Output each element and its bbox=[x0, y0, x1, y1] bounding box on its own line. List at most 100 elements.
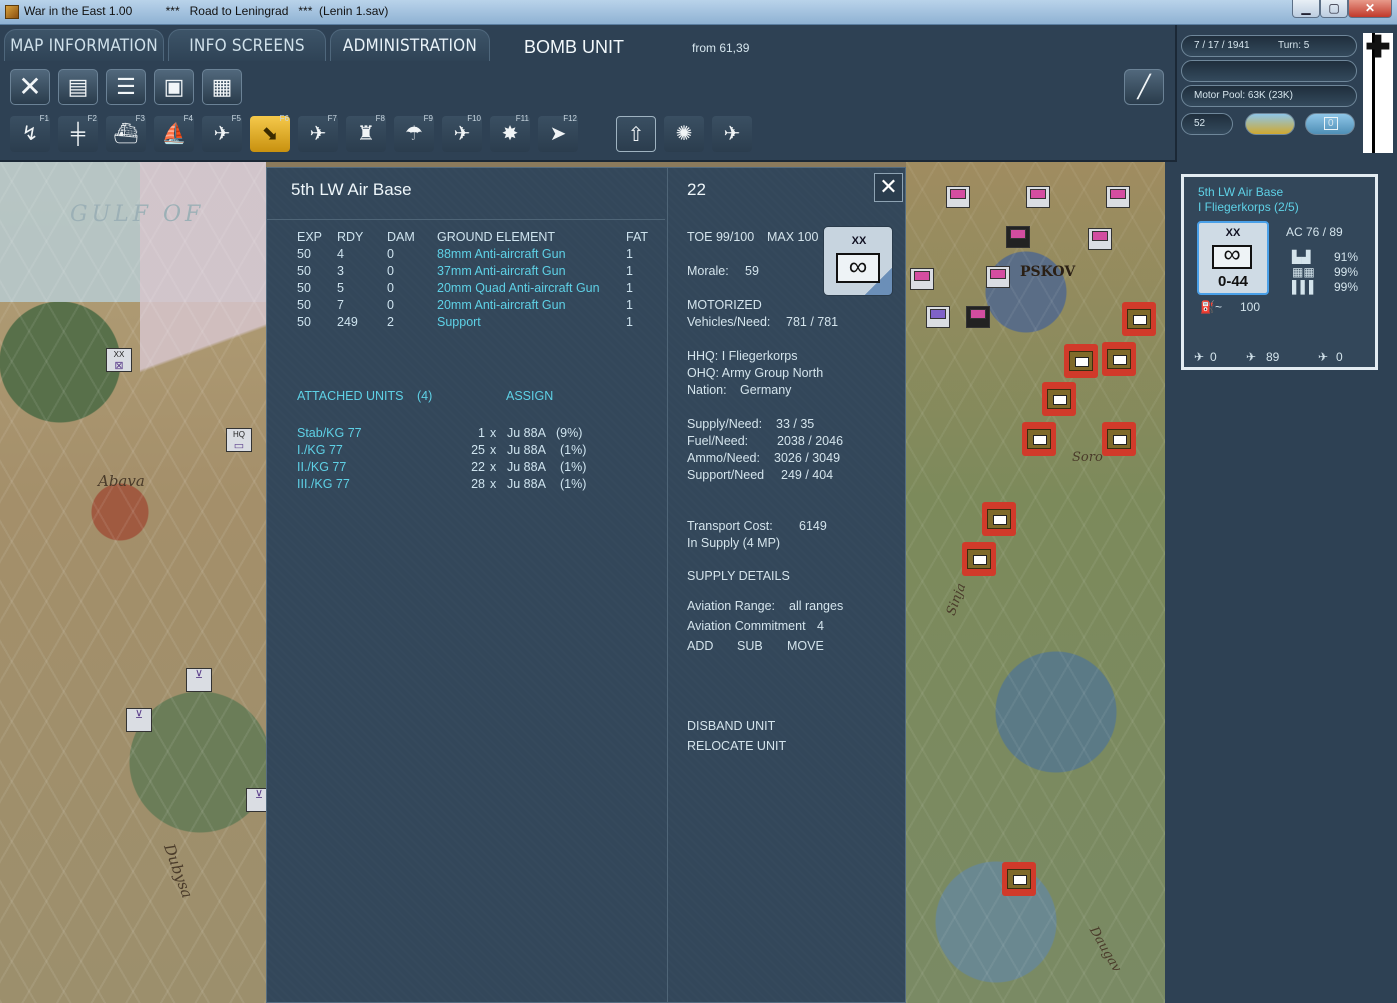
attached-unit-row[interactable]: III./KG 77 28 x Ju 88A (1%) bbox=[267, 477, 667, 494]
close-icon[interactable]: ✕ bbox=[10, 69, 50, 105]
bomb-city-icon[interactable]: ♜ F8 bbox=[346, 114, 386, 152]
col-exp: EXP bbox=[297, 230, 323, 244]
unit-type-icon bbox=[1010, 229, 1026, 239]
soviet-unit[interactable] bbox=[1042, 382, 1076, 416]
card-unit-icon[interactable]: XX 0-44 bbox=[1197, 221, 1269, 295]
unit-name: 5th LW Air Base bbox=[291, 180, 412, 199]
save-icon[interactable]: ▣ bbox=[154, 69, 194, 105]
move-path-icon[interactable]: ↯ F1 bbox=[10, 114, 50, 152]
aviation-commitment-value: 4 bbox=[817, 619, 824, 633]
map-unit[interactable] bbox=[966, 306, 990, 328]
hq-icon: ▭ bbox=[233, 440, 245, 452]
minimize-button[interactable]: ▁ bbox=[1292, 0, 1320, 18]
table-row[interactable]: 50 4 0 88mm Anti-aircraft Gun 1 bbox=[267, 247, 667, 264]
slash-icon[interactable]: ╱ bbox=[1124, 69, 1164, 105]
air-attack-icon[interactable]: ✈ F7 bbox=[298, 114, 338, 152]
table-row[interactable]: 50 7 0 20mm Anti-aircraft Gun 1 bbox=[267, 298, 667, 315]
toe-label: TOE 99/100 bbox=[687, 230, 755, 244]
air-unit-icon[interactable]: ✈ bbox=[712, 116, 752, 152]
map-unit-hq[interactable]: HQ ▭ bbox=[226, 428, 252, 452]
soviet-unit[interactable] bbox=[1002, 862, 1036, 896]
disband-unit-button[interactable]: DISBAND UNIT bbox=[687, 719, 775, 733]
ground-element-name[interactable]: 20mm Anti-aircraft Gun bbox=[437, 298, 566, 312]
close-window-button[interactable]: ✕ bbox=[1348, 0, 1392, 18]
table-row[interactable]: 50 249 2 Support 1 bbox=[267, 315, 667, 332]
stat-icon-3: ▌▌▌ bbox=[1292, 280, 1318, 294]
map-unit[interactable] bbox=[926, 306, 950, 328]
card-unit-name: 5th LW Air Base bbox=[1198, 185, 1284, 199]
paradrop-icon[interactable]: ☂ F9 bbox=[394, 114, 434, 152]
air-transport-icon[interactable]: ✈ F10 bbox=[442, 114, 482, 152]
map-unit[interactable] bbox=[986, 266, 1010, 288]
map-hexgrid-west bbox=[0, 162, 266, 1003]
table-row[interactable]: 50 5 0 20mm Quad Anti-aircraft Gun 1 bbox=[267, 281, 667, 298]
iron-cross-icon: ✚ bbox=[1365, 31, 1391, 64]
nation-label: Nation: bbox=[687, 383, 727, 397]
col-rdy: RDY bbox=[337, 230, 364, 244]
attached-unit-row[interactable]: Stab/KG 77 1 x Ju 88A (9%) bbox=[267, 426, 667, 443]
motor-pool-pill: Motor Pool: 63K (23K) bbox=[1181, 85, 1357, 107]
map-unit[interactable] bbox=[1026, 186, 1050, 208]
map-unit[interactable] bbox=[1088, 228, 1112, 250]
grid-icon[interactable]: ▦ bbox=[202, 69, 242, 105]
advance-icon[interactable]: ➤ F12 bbox=[538, 114, 578, 152]
tab-info-screens[interactable]: INFO SCREENS bbox=[168, 29, 326, 61]
hhq-link[interactable]: HHQ: I Fliegerkorps bbox=[687, 349, 797, 363]
soviet-unit[interactable] bbox=[1022, 422, 1056, 456]
ground-element-name[interactable]: 88mm Anti-aircraft Gun bbox=[437, 247, 566, 261]
bomb-unit-icon[interactable]: ⬊ F6 bbox=[250, 114, 290, 152]
attached-unit-row[interactable]: I./KG 77 25 x Ju 88A (1%) bbox=[267, 443, 667, 460]
attached-unit-name[interactable]: Stab/KG 77 bbox=[297, 426, 362, 440]
map-unit[interactable]: ⊻ bbox=[186, 668, 212, 692]
add-button[interactable]: ADD bbox=[687, 639, 713, 653]
upload-icon[interactable]: ⇧ bbox=[616, 116, 656, 152]
ground-element-name[interactable]: 37mm Anti-aircraft Gun bbox=[437, 264, 566, 278]
attached-unit-name[interactable]: II./KG 77 bbox=[297, 460, 346, 474]
attached-units-label: ATTACHED UNITS bbox=[297, 389, 404, 403]
maximize-button[interactable]: ▢ bbox=[1320, 0, 1348, 18]
soviet-unit[interactable] bbox=[962, 542, 996, 576]
unit-list-icon[interactable]: ▤ bbox=[58, 69, 98, 105]
motorized-label: MOTORIZED bbox=[687, 298, 762, 312]
sub-button[interactable]: SUB bbox=[737, 639, 763, 653]
attached-unit-name[interactable]: III./KG 77 bbox=[297, 477, 350, 491]
assign-button[interactable]: ASSIGN bbox=[506, 389, 553, 403]
map-unit[interactable] bbox=[946, 186, 970, 208]
app-icon bbox=[5, 5, 19, 19]
map-unit[interactable] bbox=[1106, 186, 1130, 208]
table-header: EXP RDY DAM GROUND ELEMENT FAT bbox=[267, 230, 667, 247]
window-titlebar: War in the East 1.00 *** Road to Leningr… bbox=[0, 0, 1397, 25]
unit-card[interactable]: 5th LW Air Base I Fliegerkorps (2/5) XX … bbox=[1181, 174, 1378, 370]
supply-details-button[interactable]: SUPPLY DETAILS bbox=[687, 569, 790, 583]
list-icon[interactable]: ☰ bbox=[106, 69, 146, 105]
tab-administration[interactable]: ADMINISTRATION bbox=[330, 29, 490, 61]
map-unit[interactable] bbox=[910, 268, 934, 290]
attached-unit-row[interactable]: II./KG 77 22 x Ju 88A (1%) bbox=[267, 460, 667, 477]
explosion-icon[interactable]: ✸ F11 bbox=[490, 114, 530, 152]
soviet-unit-hq[interactable] bbox=[1102, 422, 1136, 456]
soviet-unit[interactable] bbox=[1102, 342, 1136, 376]
tab-map-information[interactable]: MAP INFORMATION bbox=[4, 29, 164, 61]
attached-unit-name[interactable]: I./KG 77 bbox=[297, 443, 343, 457]
ground-element-name[interactable]: Support bbox=[437, 315, 481, 329]
relocate-unit-button[interactable]: RELOCATE UNIT bbox=[687, 739, 786, 753]
burst-icon[interactable]: ✺ bbox=[664, 116, 704, 152]
soviet-unit-sec[interactable] bbox=[1122, 302, 1156, 336]
rail-icon[interactable]: ╪ F2 bbox=[58, 114, 98, 152]
map-unit[interactable] bbox=[1006, 226, 1030, 248]
soviet-unit-hq[interactable] bbox=[1064, 344, 1098, 378]
move-button[interactable]: MOVE bbox=[787, 639, 824, 653]
naval-icon[interactable]: ⛵ F4 bbox=[154, 114, 194, 152]
aviation-commitment-label: Aviation Commitment bbox=[687, 619, 806, 633]
map-unit[interactable]: XX ⊠ bbox=[106, 348, 132, 372]
ship-icon[interactable]: ⛴ F3 bbox=[106, 114, 146, 152]
air-recon-icon[interactable]: ✈ F5 bbox=[202, 114, 242, 152]
map-unit[interactable]: ⊻ bbox=[126, 708, 152, 732]
counter-value: 0 bbox=[1324, 117, 1338, 130]
table-row[interactable]: 50 3 0 37mm Anti-aircraft Gun 1 bbox=[267, 264, 667, 281]
card-a1: 0 bbox=[1210, 350, 1217, 364]
soviet-unit[interactable] bbox=[982, 502, 1016, 536]
close-dialog-button[interactable]: ✕ bbox=[874, 173, 903, 202]
motorized-symbol-icon bbox=[836, 251, 880, 283]
ground-element-name[interactable]: 20mm Quad Anti-aircraft Gun bbox=[437, 281, 600, 295]
